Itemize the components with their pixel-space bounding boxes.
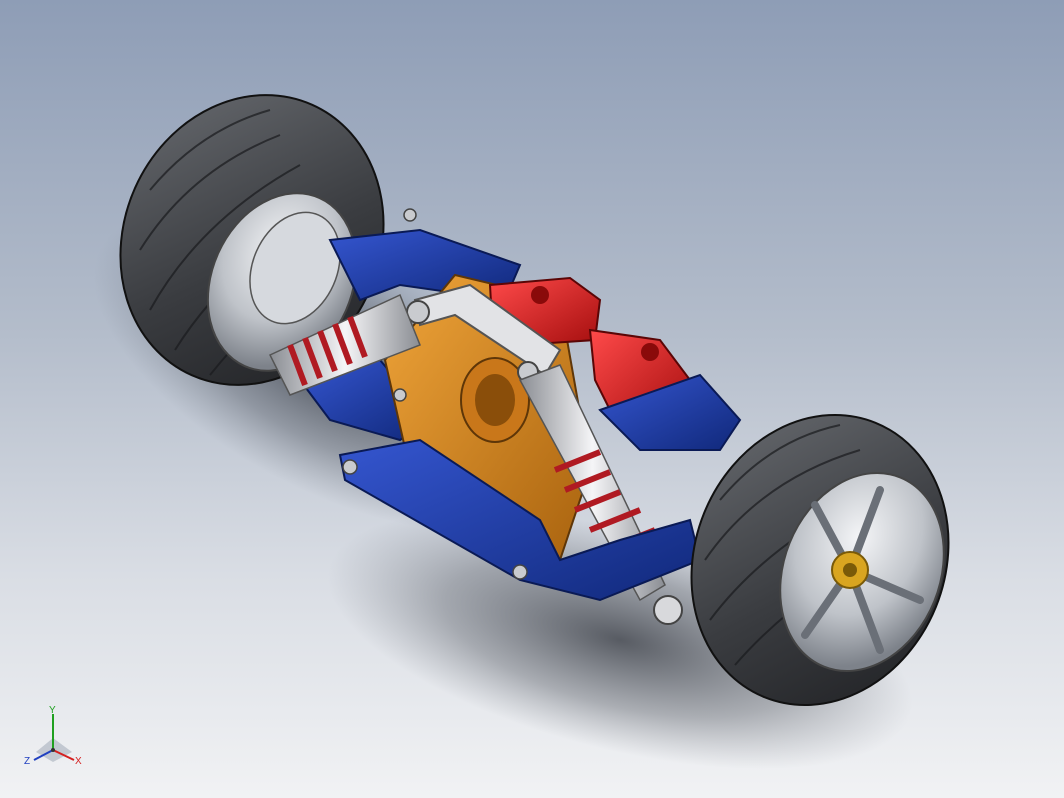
x-axis-label: X xyxy=(75,756,82,767)
coordinate-triad: Y X Z xyxy=(24,705,82,767)
z-axis-label: Z xyxy=(24,756,30,767)
graphics-viewport[interactable]: Y X Z xyxy=(0,0,1064,798)
y-axis-label: Y xyxy=(49,705,56,716)
suspension-assembly-model[interactable] xyxy=(0,0,1064,798)
